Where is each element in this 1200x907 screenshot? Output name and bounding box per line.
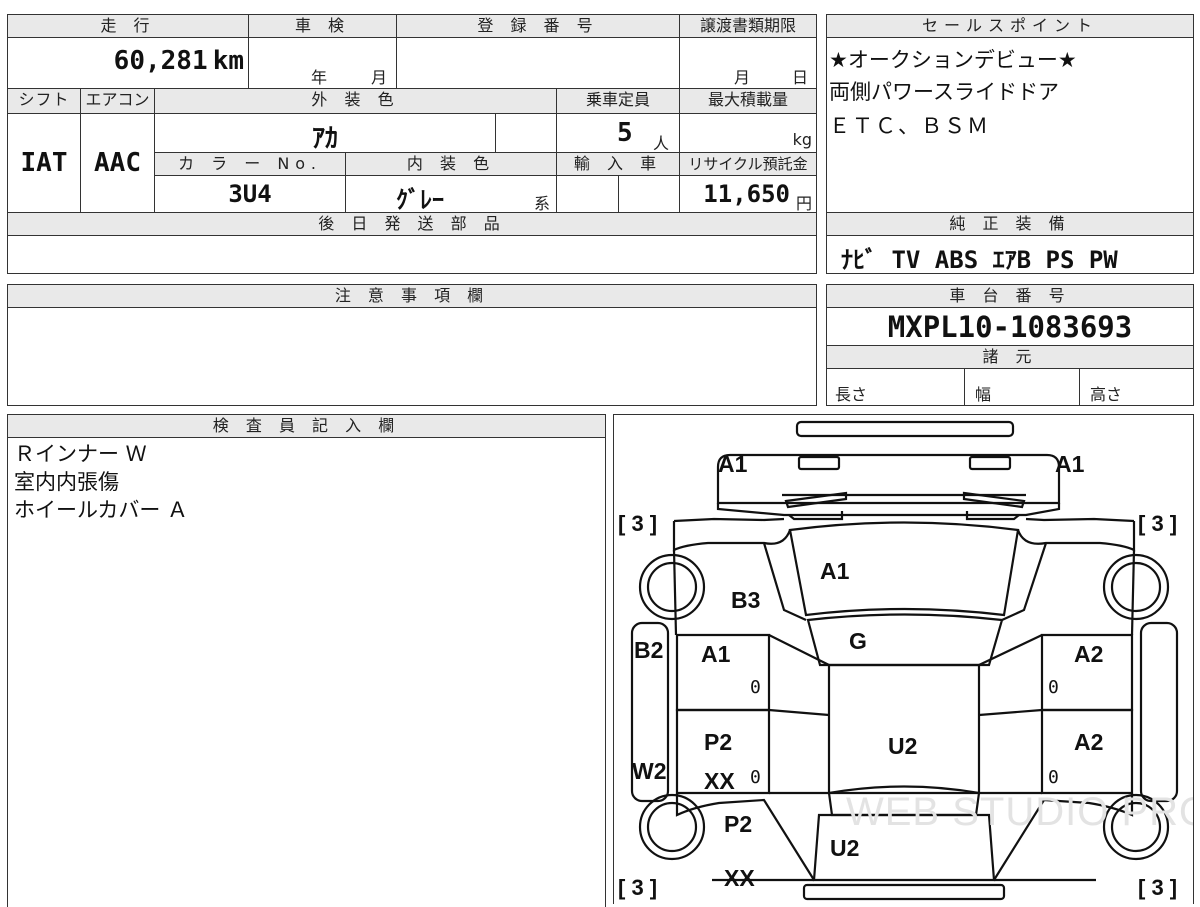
width-label: 幅 bbox=[975, 385, 992, 404]
shift-header: シフト bbox=[7, 88, 81, 114]
maxload-unit: kg bbox=[792, 130, 812, 149]
inspection-cell: 年 月 bbox=[248, 37, 397, 89]
later-parts-cell bbox=[7, 235, 817, 274]
sales-point-header: セールスポイント bbox=[826, 14, 1194, 38]
chassis-body: MXPL10-1083693 bbox=[826, 307, 1194, 346]
transfer-header: 譲渡書類期限 bbox=[679, 14, 817, 38]
aircon-value: AAC bbox=[94, 148, 141, 178]
registration-cell bbox=[396, 37, 680, 89]
tire-rear-right-mark: [ 3 ] bbox=[1138, 875, 1178, 900]
mark-rear-door-left-1: P2 bbox=[704, 729, 733, 755]
later-parts-header: 後 日 発 送 部 品 bbox=[7, 212, 817, 236]
tire-front-right-mark: [ 3 ] bbox=[1138, 511, 1178, 536]
mark-hood: A1 bbox=[820, 558, 850, 584]
exterior-value: ｱｶ bbox=[311, 124, 338, 154]
mark-rocker-left: B2 bbox=[634, 637, 664, 663]
mark-rocker-left-2: W2 bbox=[632, 758, 667, 784]
mark-windshield: G bbox=[849, 628, 867, 654]
maxload-cell: kg bbox=[679, 113, 817, 153]
height-cell: 高さ bbox=[1079, 368, 1194, 406]
registration-header: 登 録 番 号 bbox=[396, 14, 680, 38]
mark-front-door-left: A1 bbox=[701, 641, 731, 667]
aircon-cell: AAC bbox=[80, 113, 155, 213]
recycle-unit: 円 bbox=[795, 194, 812, 213]
transfer-day: 日 bbox=[792, 68, 809, 87]
mark-rear-quarter-left-2: XX bbox=[724, 865, 755, 891]
maxload-header: 最大積載量 bbox=[679, 88, 817, 114]
exterior-header: 外 装 色 bbox=[154, 88, 557, 114]
capacity-unit: 人 bbox=[653, 134, 670, 153]
length-label: 長さ bbox=[835, 385, 868, 404]
mark-front-right: A1 bbox=[1055, 451, 1085, 477]
mark-front-door-left-zero: 0 bbox=[750, 677, 761, 698]
shift-cell: IAT bbox=[7, 113, 81, 213]
inspector-header: 検 査 員 記 入 欄 bbox=[7, 414, 606, 438]
mileage-header: 走 行 bbox=[7, 14, 249, 38]
chassis-number: MXPL10-1083693 bbox=[887, 310, 1133, 344]
capacity-header: 乗車定員 bbox=[556, 88, 680, 114]
mark-fender-left: B3 bbox=[731, 587, 761, 613]
recycle-cell: 11,650 円 bbox=[679, 175, 817, 213]
import-cell-b bbox=[618, 175, 680, 213]
aircon-header: エアコン bbox=[80, 88, 155, 114]
capacity-cell: 5 人 bbox=[556, 113, 680, 153]
color-no-header: カ ラ ー No. bbox=[154, 152, 346, 176]
chassis-header: 車 台 番 号 bbox=[826, 284, 1194, 308]
inspector-body: Ｒインナー Ｗ 室内内張傷 ホイールカバー Ａ bbox=[7, 437, 606, 907]
mileage-cell: 60,281 km bbox=[7, 37, 249, 89]
sales-line-3: ＥＴＣ、ＢＳＭ bbox=[829, 114, 990, 138]
recycle-value: 11,650 bbox=[703, 180, 790, 208]
year-label: 年 bbox=[311, 68, 328, 87]
tire-rear-left-mark: [ 3 ] bbox=[618, 875, 658, 900]
transfer-month: 月 bbox=[734, 68, 751, 87]
inspector-line-2: 室内内張傷 bbox=[14, 470, 119, 494]
exterior-cell: ｱｶ bbox=[154, 113, 496, 154]
sales-point-body: ★オークションデビュー★ 両側パワースライドドア ＥＴＣ、ＢＳＭ bbox=[826, 37, 1194, 213]
notes-header: 注 意 事 項 欄 bbox=[7, 284, 817, 308]
mark-rear-roof: U2 bbox=[830, 835, 860, 861]
mark-rear-door-right-zero: 0 bbox=[1048, 767, 1059, 788]
color-no-cell: 3U4 bbox=[154, 175, 346, 213]
mark-front-left: A1 bbox=[718, 451, 748, 477]
inspector-line-1: Ｒインナー Ｗ bbox=[14, 442, 147, 466]
color-no-value: 3U4 bbox=[228, 180, 272, 208]
import-header: 輸 入 車 bbox=[556, 152, 680, 176]
sales-line-2: 両側パワースライドドア bbox=[829, 80, 1059, 104]
interior-value: ｸﾞﾚｰ bbox=[396, 186, 444, 214]
capacity-value: 5 bbox=[617, 118, 633, 148]
mark-rear-door-right: A2 bbox=[1074, 729, 1104, 755]
height-label: 高さ bbox=[1090, 385, 1123, 404]
import-cell-a bbox=[556, 175, 619, 213]
mark-front-door-right-zero: 0 bbox=[1048, 677, 1059, 698]
mark-front-door-right: A2 bbox=[1074, 641, 1104, 667]
mileage-unit: km bbox=[212, 46, 244, 76]
exterior-extra-cell bbox=[495, 113, 557, 153]
width-cell: 幅 bbox=[964, 368, 1080, 406]
tire-front-left-mark: [ 3 ] bbox=[618, 511, 658, 536]
inspector-line-3: ホイールカバー Ａ bbox=[14, 498, 189, 522]
interior-header: 内 装 色 bbox=[345, 152, 557, 176]
length-cell: 長さ bbox=[826, 368, 965, 406]
equipment-body: ﾅﾋﾞ TV ABS ｴｱB PS PW bbox=[826, 235, 1194, 274]
recycle-header: リサイクル預託金 bbox=[679, 152, 817, 176]
watermark: WEB STUDIO PRO bbox=[846, 790, 1194, 834]
transfer-cell: 月 日 bbox=[679, 37, 817, 89]
mark-roof: U2 bbox=[888, 733, 918, 759]
interior-cell: ｸﾞﾚｰ 系 bbox=[345, 175, 557, 214]
inspection-header: 車 検 bbox=[248, 14, 397, 38]
shift-value: IAT bbox=[20, 148, 68, 178]
mileage-value: 60,281 bbox=[113, 46, 208, 76]
equipment-header: 純 正 装 備 bbox=[826, 212, 1194, 236]
month-label: 月 bbox=[371, 68, 388, 87]
interior-unit: 系 bbox=[533, 194, 550, 213]
notes-body bbox=[7, 307, 817, 406]
equipment-value: ﾅﾋﾞ TV ABS ｴｱB PS PW bbox=[841, 246, 1118, 274]
damage-diagram: WEB STUDIO PRO [ 3 ] [ 3 ] [ 3 ] [ 3 ] A… bbox=[613, 414, 1194, 904]
mark-rear-door-left-2: XX bbox=[704, 768, 735, 794]
sales-line-1: ★オークションデビュー★ bbox=[829, 48, 1077, 72]
spec-header: 諸 元 bbox=[826, 345, 1194, 369]
mark-rear-quarter-left-1: P2 bbox=[724, 811, 753, 837]
mark-rear-door-left-zero: 0 bbox=[750, 767, 761, 788]
